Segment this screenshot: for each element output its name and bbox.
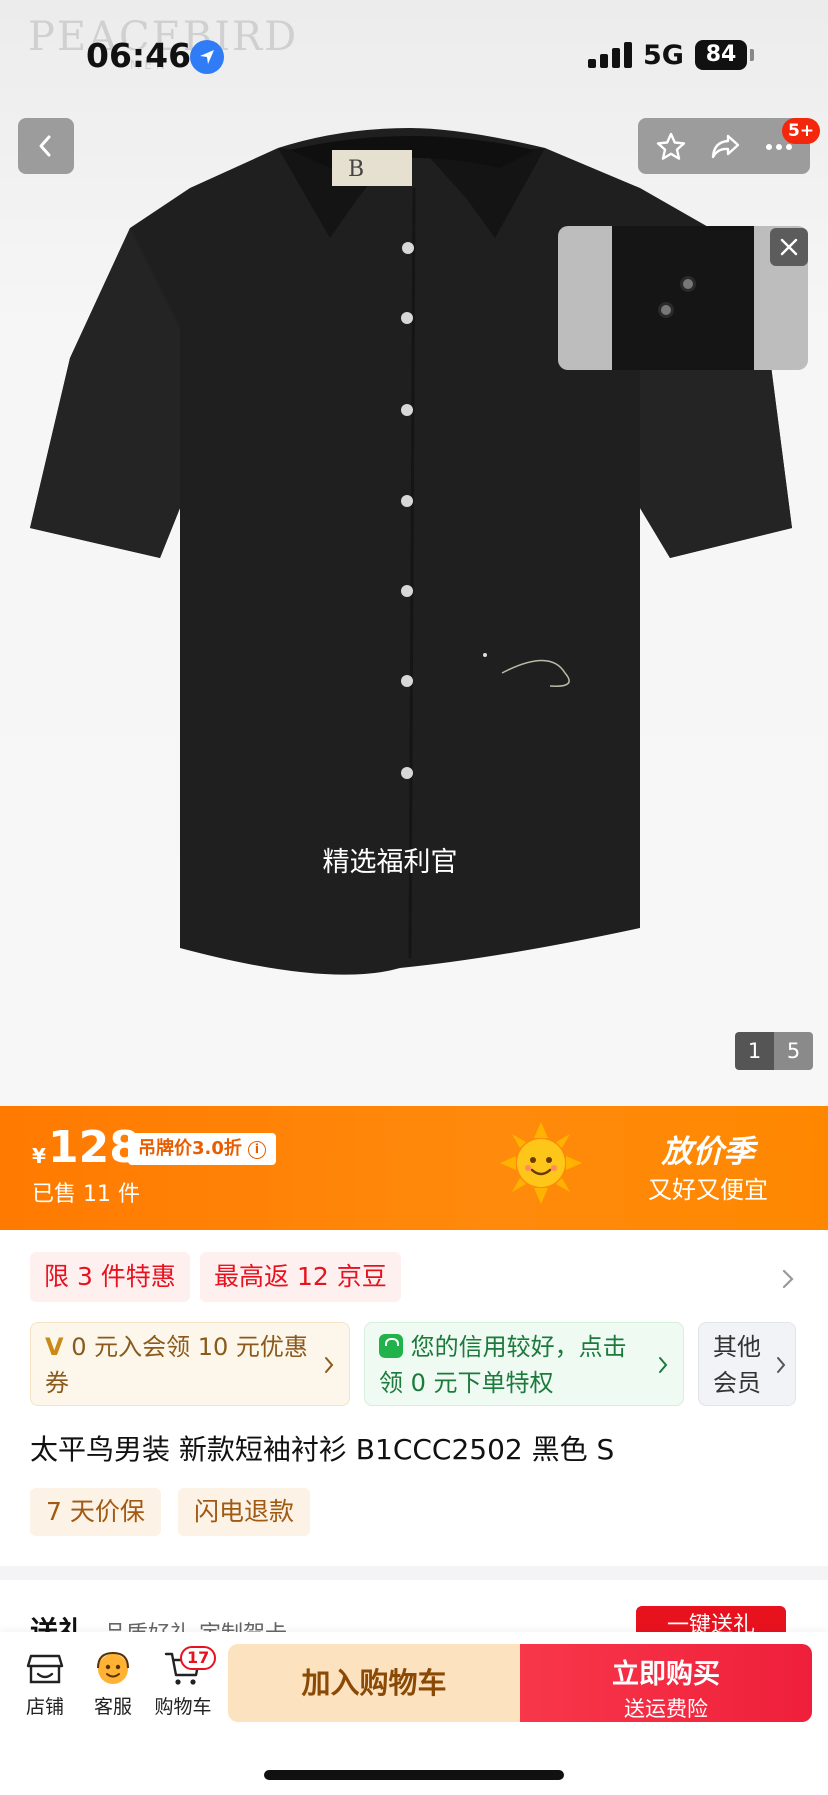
product-title[interactable]: 太平鸟男装 新款短袖衬衫 B1CCC2502 黑色 S [30,1428,614,1468]
credit-privilege-text: 您的信用较好，点击领 0 元下单特权 [379,1333,627,1397]
button-detail [658,302,674,318]
button-detail [680,276,696,292]
back-button[interactable] [18,118,74,174]
battery-tip [750,49,754,61]
customer-service-button[interactable]: 客服 [78,1648,148,1719]
promo-title: 放价季 [661,1134,755,1170]
chevron-right-icon [325,1357,334,1373]
store-button[interactable]: 店铺 [10,1648,80,1719]
gallery-current-page: 1 [735,1032,774,1070]
star-icon [656,132,686,160]
home-indicator[interactable] [264,1770,564,1780]
buy-now-button[interactable]: 立即购买 送运费险 [520,1644,812,1722]
buy-now-label: 立即购买 [612,1659,720,1690]
signal-icon [588,42,632,68]
price-value: 128 [48,1122,140,1173]
status-bar: 06:46 5G 84 [0,0,828,110]
shopping-bag-icon [379,1334,403,1358]
tag-price-badge[interactable]: 吊牌价3.0折 i [128,1133,276,1165]
sun-mascot-icon [500,1122,582,1204]
tag-price-label: 吊牌价3.0折 [138,1138,242,1159]
status-time: 06:46 [86,36,192,75]
customer-service-icon [97,1651,129,1684]
info-icon: i [247,1141,266,1159]
store-label: 店铺 [25,1696,64,1718]
chevron-right-icon [659,1357,668,1373]
network-type: 5G [643,40,684,71]
chevron-right-icon[interactable] [780,1268,796,1290]
message-badge: 5+ [782,118,821,144]
chevron-right-icon [777,1357,786,1373]
cart-label: 购物车 [154,1696,212,1718]
price-currency: ¥ [32,1144,46,1168]
cart-count-badge: 17 [180,1646,217,1670]
gallery-overlay-text: 精选福利官 [322,847,458,878]
buy-now-sublabel: 送运费险 [624,1697,708,1721]
location-icon [190,40,224,74]
membership-coupon-card[interactable]: V 0 元入会领 10 元优惠券 [30,1322,350,1406]
other-membership-card[interactable]: 其他会员 [698,1322,796,1406]
promo-chip-beans[interactable]: 最高返 12 京豆 [200,1252,401,1302]
store-icon [26,1654,64,1684]
service-price-protect[interactable]: 7 天价保 [30,1488,161,1536]
gallery-page-indicator: 1 5 [735,1032,813,1070]
close-icon [780,238,798,256]
svg-text:B: B [348,157,364,182]
service-fast-refund[interactable]: 闪电退款 [178,1488,311,1536]
share-button[interactable] [696,118,752,174]
membership-coupon-text: 0 元入会领 10 元优惠券 [45,1333,308,1397]
sold-count: 已售 11 件 [32,1182,140,1207]
chevron-left-icon [39,135,51,157]
other-membership-text: 其他会员 [713,1333,761,1397]
promo-subtitle: 又好又便宜 [648,1176,768,1204]
favorite-button[interactable] [642,118,698,174]
gallery-total-pages: 5 [774,1032,813,1070]
credit-privilege-card[interactable]: 您的信用较好，点击领 0 元下单特权 [364,1322,684,1406]
fabric-detail [612,226,754,370]
close-zoom-button[interactable] [770,228,808,266]
share-icon [711,134,740,159]
promo-chip-limit[interactable]: 限 3 件特惠 [30,1252,190,1302]
vip-v-icon: V [45,1333,64,1361]
customer-service-label: 客服 [93,1696,132,1718]
battery-icon: 84 [695,40,747,70]
add-to-cart-button[interactable]: 加入购物车 [228,1644,520,1722]
